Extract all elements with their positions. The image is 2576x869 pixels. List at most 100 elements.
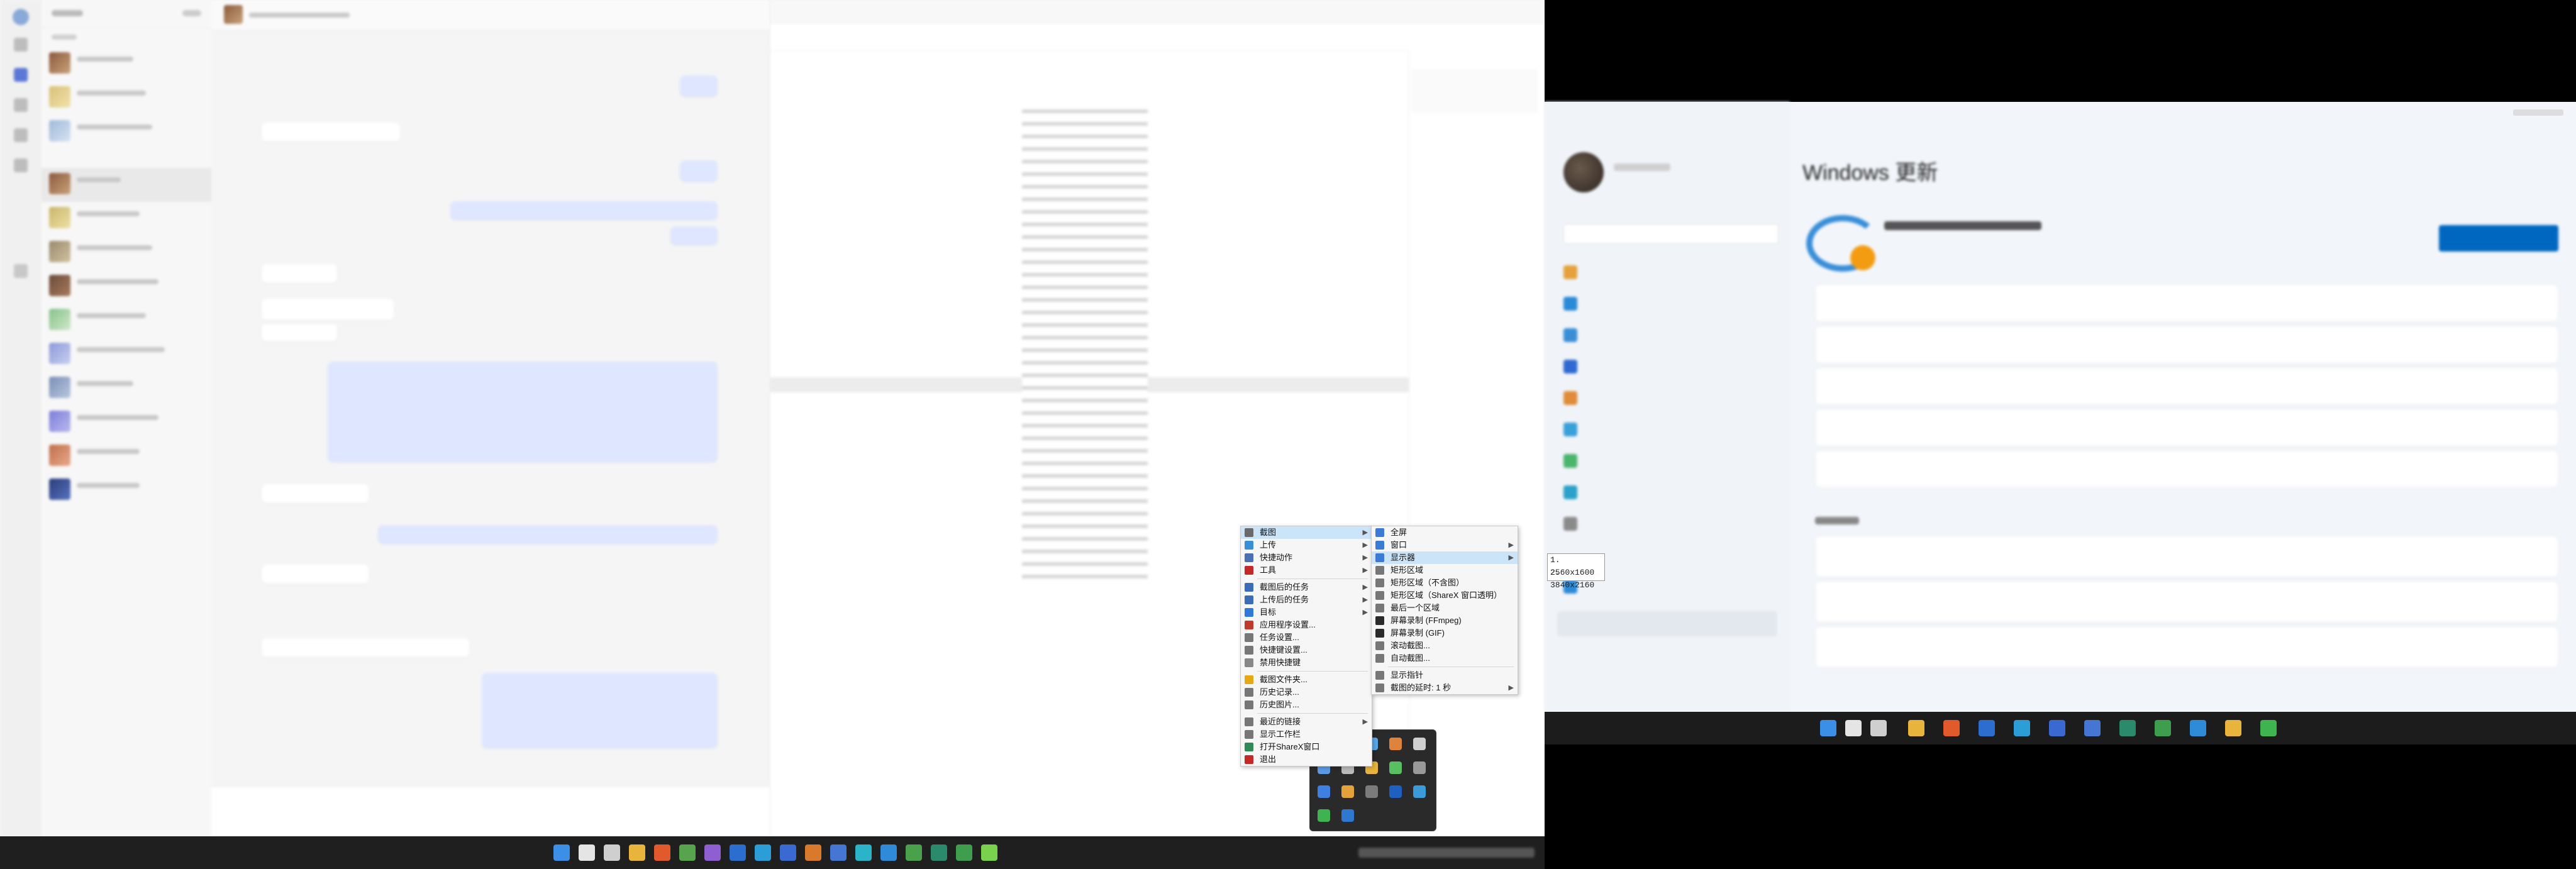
conversation-item[interactable] [42,304,211,338]
chat-message[interactable] [680,160,718,182]
menu-item[interactable]: 截图 ▶ [1241,526,1372,539]
start-icon[interactable] [553,844,570,861]
tray-icon[interactable] [1389,785,1402,798]
app-icon[interactable] [981,844,997,861]
conversation-item[interactable] [42,372,211,406]
app-icon[interactable] [2260,720,2277,736]
chat-nav-icon[interactable] [14,38,28,52]
system-tray[interactable] [1358,848,1535,858]
conversation-item[interactable] [42,81,211,115]
explorer-icon[interactable] [629,844,645,861]
update-row[interactable] [1815,409,2558,446]
menu-item[interactable]: 历史图片... [1241,699,1372,711]
menu-item[interactable]: 打开ShareX窗口 [1241,741,1372,753]
account-avatar[interactable] [1563,152,1604,192]
app-icon[interactable] [755,844,771,861]
chat-message[interactable] [262,484,369,503]
chat-message[interactable] [262,264,337,283]
settings-nav-item[interactable] [1563,580,1771,597]
menu-item[interactable]: 显示指针 [1372,669,1518,682]
settings-option-row[interactable] [1815,626,2558,668]
menu-item[interactable]: 禁用快捷键 [1241,656,1372,669]
conversation-item[interactable] [42,236,211,270]
menu-item[interactable]: 自动截图... [1372,652,1518,665]
app-icon[interactable] [1979,720,1995,736]
chat-message[interactable] [262,123,400,141]
menu-item[interactable]: 窗口 ▶ [1372,539,1518,551]
app-icon[interactable] [704,844,721,861]
install-updates-button[interactable] [2439,225,2558,252]
menu-item[interactable]: 工具 ▶ [1241,564,1372,577]
settings-nav-item[interactable] [1563,391,1771,409]
update-row[interactable] [1815,450,2558,488]
chat-user-avatar[interactable] [13,9,29,25]
tray-icon[interactable] [1341,809,1354,822]
conversation-item[interactable] [42,440,211,473]
chat-message[interactable] [670,226,718,245]
menu-item[interactable]: 最近的链接 ▶ [1241,716,1372,728]
tray-icon[interactable] [1413,785,1426,798]
settings-nav-item[interactable] [1563,485,1771,503]
app-icon[interactable] [2014,720,2030,736]
menu-item[interactable]: 显示器 ▶ [1372,551,1518,564]
app-icon[interactable] [730,844,746,861]
menu-item[interactable]: 应用程序设置... [1241,619,1372,631]
app-icon[interactable] [2225,720,2241,736]
app-icon[interactable] [2119,720,2136,736]
app-icon[interactable] [830,844,847,861]
menu-item[interactable]: 矩形区域（ShareX 窗口透明） [1372,589,1518,602]
app-icon[interactable] [1943,720,1960,736]
menu-item[interactable]: 上传 ▶ [1241,539,1372,551]
menu-item[interactable]: 上传后的任务 ▶ [1241,594,1372,606]
tray-icon[interactable] [1365,785,1378,798]
explorer-file-list[interactable] [1022,101,1148,578]
app-icon[interactable] [855,844,872,861]
chat-message[interactable] [482,673,718,748]
settings-nav-item[interactable] [1563,328,1771,346]
settings-nav-item[interactable] [1563,454,1771,472]
chat-message[interactable] [328,362,718,462]
app-icon[interactable] [2190,720,2206,736]
menu-item[interactable]: 退出 [1241,753,1372,766]
conversation-item-selected[interactable] [42,168,211,202]
search-icon[interactable] [579,844,595,861]
menu-item[interactable]: 截图的延时: 1 秒 ▶ [1372,682,1518,694]
menu-item[interactable]: 快捷动作 ▶ [1241,551,1372,564]
menu-item[interactable]: 最后一个区域 [1372,602,1518,614]
tray-icon[interactable] [1318,809,1330,822]
app-icon[interactable] [1908,720,1924,736]
menu-item[interactable]: 屏幕录制 (GIF) [1372,627,1518,639]
start-icon[interactable] [1820,720,1836,736]
app-icon[interactable] [880,844,897,861]
tray-icon[interactable] [1341,785,1354,798]
settings-option-row[interactable] [1815,581,2558,623]
menu-item[interactable]: 任务设置... [1241,631,1372,644]
conversation-item[interactable] [42,202,211,236]
search-icon[interactable] [1845,720,1862,736]
settings-nav-item[interactable] [1563,360,1771,377]
app-icon[interactable] [805,844,821,861]
tray-icon[interactable] [1413,761,1426,774]
taskview-icon[interactable] [1870,720,1887,736]
settings-nav-item-selected[interactable] [1557,611,1777,636]
menu-item[interactable]: 滚动截图... [1372,639,1518,652]
menu-item[interactable]: 屏幕录制 (FFmpeg) [1372,614,1518,627]
chat-message[interactable] [680,75,718,97]
menu-item[interactable]: 截图后的任务 ▶ [1241,581,1372,594]
menu-item[interactable]: 截图文件夹... [1241,673,1372,686]
chat-message[interactable] [262,299,394,320]
conversation-item[interactable] [42,115,211,149]
menu-item[interactable]: 矩形区域 [1372,564,1518,577]
app-icon[interactable] [931,844,947,861]
chat-message[interactable] [378,525,718,544]
chat-message[interactable] [262,565,369,584]
chat-nav-icon[interactable] [14,98,28,112]
update-row[interactable] [1815,367,2558,405]
app-icon[interactable] [780,844,796,861]
menu-item[interactable]: 全屏 [1372,526,1518,539]
app-icon[interactable] [956,844,972,861]
tray-icon[interactable] [1389,738,1402,750]
app-icon[interactable] [906,844,922,861]
settings-search-input[interactable] [1563,224,1779,244]
settings-option-row[interactable] [1815,536,2558,577]
